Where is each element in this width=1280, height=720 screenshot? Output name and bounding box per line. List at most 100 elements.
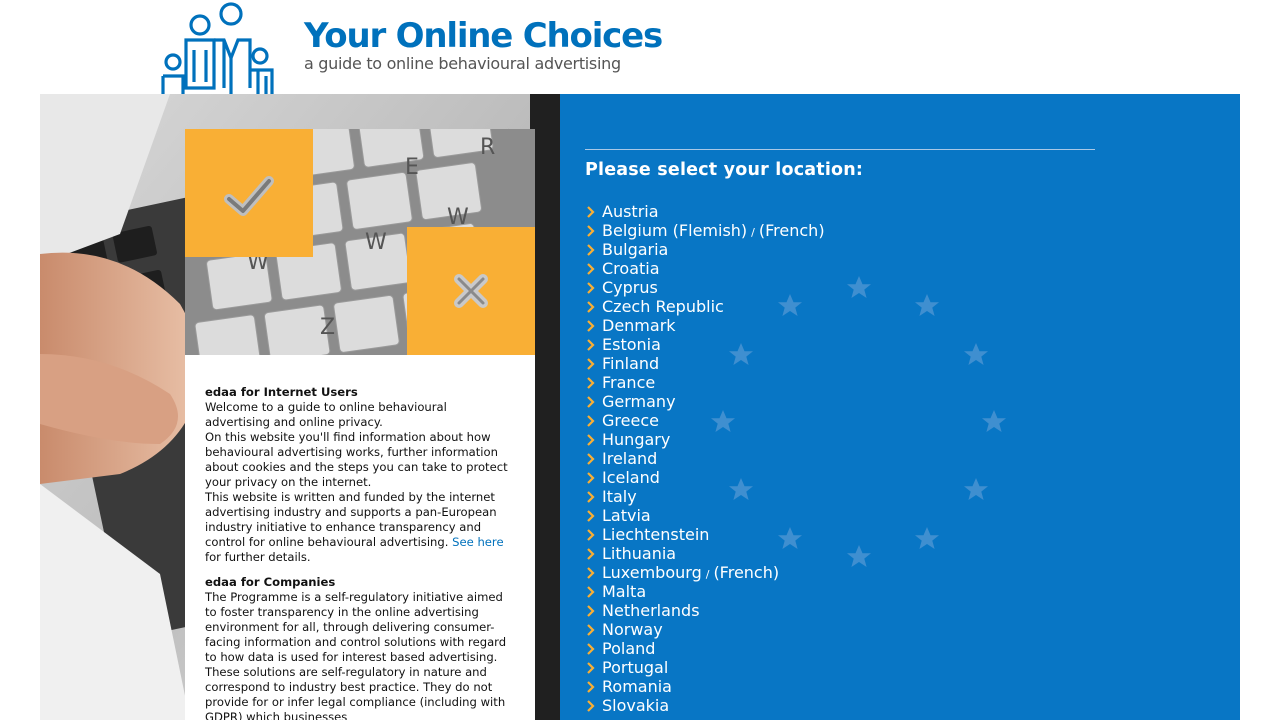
country-link[interactable]: Portugal xyxy=(602,658,668,677)
country-item: Luxembourg / (French) xyxy=(585,563,825,582)
chevron-right-icon xyxy=(587,472,595,484)
country-link[interactable]: Italy xyxy=(602,487,637,506)
see-here-link[interactable]: See here xyxy=(452,535,503,549)
chevron-right-icon xyxy=(587,510,595,522)
chevron-right-icon xyxy=(587,453,595,465)
chevron-right-icon xyxy=(587,624,595,636)
language-separator: / xyxy=(705,568,710,581)
keyboard-image: W W W Z E R xyxy=(185,129,535,355)
country-link[interactable]: Iceland xyxy=(602,468,660,487)
chevron-right-icon xyxy=(587,605,595,617)
country-link[interactable]: Croatia xyxy=(602,259,660,278)
checkmark-icon xyxy=(224,176,274,216)
country-link[interactable]: Poland xyxy=(602,639,655,658)
country-item: Portugal xyxy=(585,658,825,677)
country-link[interactable]: Greece xyxy=(602,411,659,430)
chevron-right-icon xyxy=(587,320,595,332)
country-link[interactable]: Luxembourg xyxy=(602,563,702,582)
country-item: Slovakia xyxy=(585,696,825,715)
chevron-right-icon xyxy=(587,491,595,503)
country-item: Italy xyxy=(585,487,825,506)
country-item: Hungary xyxy=(585,430,825,449)
cross-tile xyxy=(407,227,535,355)
country-link[interactable]: Romania xyxy=(602,677,672,696)
country-link[interactable]: Malta xyxy=(602,582,646,601)
users-info: On this website you'll find information … xyxy=(205,430,508,489)
chevron-right-icon xyxy=(587,434,595,446)
site-title[interactable]: Your Online Choices xyxy=(304,14,663,58)
country-link[interactable]: Ireland xyxy=(602,449,657,468)
country-item: Belgium (Flemish) / (French) xyxy=(585,221,825,240)
companies-text: The Programme is a self-regulatory initi… xyxy=(205,590,507,720)
country-item: Poland xyxy=(585,639,825,658)
language-separator: / xyxy=(751,226,755,239)
chevron-right-icon xyxy=(587,282,595,294)
country-item: Denmark xyxy=(585,316,825,335)
country-item: Ireland xyxy=(585,449,825,468)
location-heading: Please select your location: xyxy=(585,160,864,180)
country-item: Iceland xyxy=(585,468,825,487)
country-item: Finland xyxy=(585,354,825,373)
users-heading: edaa for Internet Users xyxy=(205,385,358,399)
card-text: edaa for Internet Users Welcome to a gui… xyxy=(205,385,515,720)
country-link[interactable]: Belgium (Flemish) xyxy=(602,221,747,240)
chevron-right-icon xyxy=(587,396,595,408)
chevron-right-icon xyxy=(587,263,595,275)
country-item: Estonia xyxy=(585,335,825,354)
country-item: Liechtenstein xyxy=(585,525,825,544)
country-item: Latvia xyxy=(585,506,825,525)
country-alt-language-link[interactable]: (French) xyxy=(759,221,825,240)
country-link[interactable]: Latvia xyxy=(602,506,651,525)
chevron-right-icon xyxy=(587,643,595,655)
country-item: Romania xyxy=(585,677,825,696)
chevron-right-icon xyxy=(587,358,595,370)
chevron-right-icon xyxy=(587,301,595,313)
chevron-right-icon xyxy=(587,377,595,389)
country-link[interactable]: Czech Republic xyxy=(602,297,724,316)
country-item: Norway xyxy=(585,620,825,639)
country-link[interactable]: Austria xyxy=(602,202,659,221)
country-link[interactable]: Estonia xyxy=(602,335,661,354)
country-item: Malta xyxy=(585,582,825,601)
country-link[interactable]: France xyxy=(602,373,655,392)
country-link[interactable]: Liechtenstein xyxy=(602,525,709,544)
users-funding-after: for further details. xyxy=(205,550,311,564)
svg-text:W: W xyxy=(365,230,387,255)
companies-heading: edaa for Companies xyxy=(205,575,336,589)
country-link[interactable]: Hungary xyxy=(602,430,670,449)
chevron-right-icon xyxy=(587,339,595,351)
country-link[interactable]: Lithuania xyxy=(602,544,676,563)
chevron-right-icon xyxy=(587,662,595,674)
country-link[interactable]: Germany xyxy=(602,392,676,411)
country-link[interactable]: Finland xyxy=(602,354,659,373)
country-item: Cyprus xyxy=(585,278,825,297)
location-panel: Please select your location: Austria Belg… xyxy=(560,94,1240,720)
family-logo-icon[interactable] xyxy=(158,0,280,94)
country-item: Germany xyxy=(585,392,825,411)
companies-section: edaa for Companies The Programme is a se… xyxy=(205,575,515,720)
divider-line xyxy=(585,149,1095,150)
country-link[interactable]: Slovakia xyxy=(602,696,669,715)
country-link[interactable]: Denmark xyxy=(602,316,676,335)
chevron-right-icon xyxy=(587,225,595,237)
users-section: edaa for Internet Users Welcome to a gui… xyxy=(205,385,515,565)
users-intro: Welcome to a guide to online behavioural… xyxy=(205,400,447,429)
country-link[interactable]: Bulgaria xyxy=(602,240,668,259)
country-link[interactable]: Cyprus xyxy=(602,278,658,297)
country-link[interactable]: Netherlands xyxy=(602,601,700,620)
country-item: Bulgaria xyxy=(585,240,825,259)
chevron-right-icon xyxy=(587,681,595,693)
country-alt-language-link[interactable]: (French) xyxy=(713,563,779,582)
country-item: France xyxy=(585,373,825,392)
chevron-right-icon xyxy=(587,206,595,218)
chevron-right-icon xyxy=(587,567,595,579)
main-content: W W W Z E R edaa for Internet Users Welc… xyxy=(40,94,1240,720)
country-item: Greece xyxy=(585,411,825,430)
country-item: Netherlands xyxy=(585,601,825,620)
chevron-right-icon xyxy=(587,415,595,427)
check-tile xyxy=(185,129,313,257)
svg-text:Z: Z xyxy=(320,315,335,340)
country-link[interactable]: Norway xyxy=(602,620,663,639)
country-item: Austria xyxy=(585,202,825,221)
info-card: W W W Z E R edaa for Internet Users Welc… xyxy=(185,129,535,720)
